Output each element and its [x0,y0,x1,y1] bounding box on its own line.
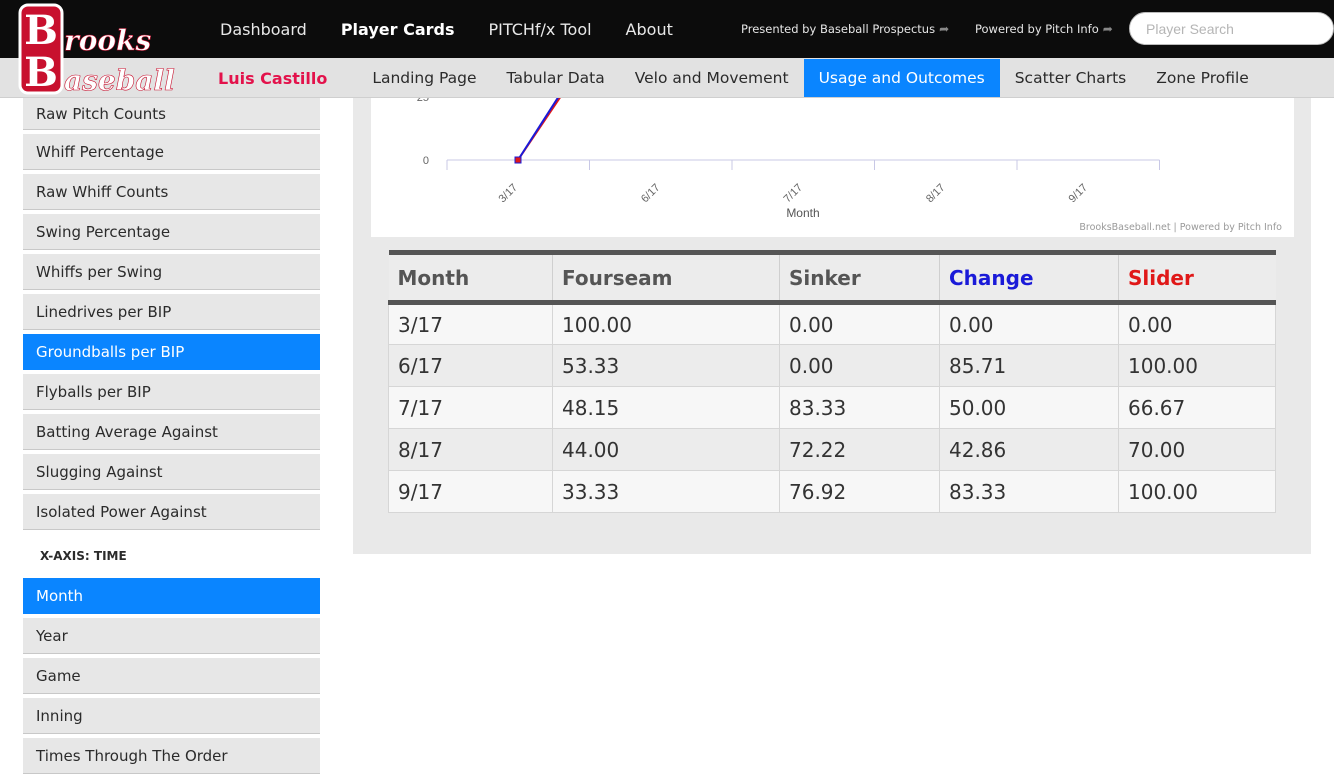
table-cell: 44.00 [552,428,780,471]
x-tick-label: 8/17 [924,182,948,206]
sidebar-item-raw-pitch-counts[interactable]: Raw Pitch Counts [23,98,320,130]
sidebar-item-slugging-against[interactable]: Slugging Against [23,454,320,490]
share-arrow-icon: ➦ [1102,22,1113,36]
tab-tabular-data[interactable]: Tabular Data [492,59,620,97]
chart-panel: 25 0 3/17 6/17 7/17 8/17 9/17 Month BrooksBaseb… [371,92,1294,237]
tab-velo-and-movement[interactable]: Velo and Movement [620,59,804,97]
x-tick-label: 9/17 [1066,182,1090,206]
sidebar-item-linedrives-per-bip[interactable]: Linedrives per BIP [23,294,320,330]
table-cell: 100.00 [552,302,780,345]
table-row: 3/17 100.00 0.00 0.00 0.00 [388,302,1276,345]
col-change-header: Change [939,250,1119,305]
y-tick-label: 25 [417,98,429,104]
nav-player-cards[interactable]: Player Cards [341,20,455,39]
tab-usage-and-outcomes[interactable]: Usage and Outcomes [803,59,1000,97]
table-cell: 3/17 [388,302,553,345]
table-cell: 48.15 [552,386,780,429]
tab-landing-page[interactable]: Landing Page [357,59,491,97]
change-series-line [517,95,560,161]
table-cell: 53.33 [552,344,780,387]
tab-scatter-charts[interactable]: Scatter Charts [1000,59,1142,97]
table-cell: 100.00 [1118,470,1276,513]
table-cell: 9/17 [388,470,553,513]
nav-about[interactable]: About [626,20,673,39]
brooks-baseball-logo[interactable]: B B rooks aseball [10,0,210,100]
nav-pitchfx-tool[interactable]: PITCHf/x Tool [488,20,591,39]
x-tick-label: 7/17 [781,182,805,206]
sidebar: Raw Pitch Counts Whiff Percentage Raw Wh… [23,98,320,778]
table-cell: 33.33 [552,470,780,513]
powered-by-link[interactable]: Powered by Pitch Info ➦ [975,0,1113,58]
sidebar-item-groundballs-per-bip[interactable]: Groundballs per BIP [23,334,320,370]
sidebar-item-raw-whiff-counts[interactable]: Raw Whiff Counts [23,174,320,210]
series-point [514,156,522,164]
sidebar-item-month[interactable]: Month [23,578,320,614]
sidebar-item-flyballs-per-bip[interactable]: Flyballs per BIP [23,374,320,410]
sidebar-item-swing-percentage[interactable]: Swing Percentage [23,214,320,250]
logo-text-rooks: rooks [64,24,152,57]
table-cell: 50.00 [939,386,1119,429]
table-cell: 83.33 [779,386,940,429]
presented-by-link[interactable]: Presented by Baseball Prospectus ➦ [741,0,949,58]
table-row: 8/17 44.00 72.22 42.86 70.00 [388,428,1276,471]
table-cell: 66.67 [1118,386,1276,429]
xaxis-heading: X-AXIS: TIME [40,549,127,563]
table-cell: 100.00 [1118,344,1276,387]
table-cell: 70.00 [1118,428,1276,471]
chart-credit[interactable]: BrooksBaseball.net | Powered by Pitch In… [1079,222,1282,233]
nav-dashboard[interactable]: Dashboard [220,20,307,39]
table-cell: 8/17 [388,428,553,471]
table-row: 6/17 53.33 0.00 85.71 100.00 [388,344,1276,387]
sidebar-item-inning[interactable]: Inning [23,698,320,734]
table-row: 7/17 48.15 83.33 50.00 66.67 [388,386,1276,429]
logo-initial-b-top: B [24,7,58,54]
x-tick-label: 6/17 [639,182,663,206]
col-month-header: Month [388,250,553,305]
y-tick-label: 0 [423,155,429,167]
table-cell: 0.00 [939,302,1119,345]
player-search-input[interactable] [1129,12,1334,45]
powered-by-text: Powered by Pitch Info [975,22,1099,36]
table-cell: 42.86 [939,428,1119,471]
presented-by-text: Presented by Baseball Prospectus [741,22,936,36]
logo-text-aseball: aseball [64,64,175,97]
sidebar-item-isolated-power-against[interactable]: Isolated Power Against [23,494,320,530]
logo-initial-b-bottom: B [24,49,58,96]
usage-chart: 25 0 3/17 6/17 7/17 8/17 9/17 Month [417,92,1160,220]
col-sinker-header: Sinker [779,250,940,305]
table-cell: 72.22 [779,428,940,471]
main-nav: Dashboard Player Cards PITCHf/x Tool Abo… [220,0,707,58]
tab-zone-profile[interactable]: Zone Profile [1141,59,1264,97]
table-row: 9/17 33.33 76.92 83.33 100.00 [388,470,1276,513]
col-slider-header: Slider [1118,250,1276,305]
usage-table: Month Fourseam Sinker Change Slider 3/17… [388,250,1276,513]
table-cell: 76.92 [779,470,940,513]
player-name: Luis Castillo [218,68,328,88]
table-cell: 6/17 [388,344,553,387]
table-cell: 0.00 [779,302,940,345]
share-arrow-icon: ➦ [939,22,950,36]
sidebar-item-year[interactable]: Year [23,618,320,654]
sidebar-item-batting-average-against[interactable]: Batting Average Against [23,414,320,450]
table-cell: 0.00 [1118,302,1276,345]
sidebar-item-times-through-order[interactable]: Times Through The Order [23,738,320,774]
table-cell: 85.71 [939,344,1119,387]
table-cell: 7/17 [388,386,553,429]
table-cell: 0.00 [779,344,940,387]
sidebar-item-whiff-percentage[interactable]: Whiff Percentage [23,134,320,170]
col-fourseam-header: Fourseam [552,250,780,305]
x-axis-label: Month [786,206,819,220]
sidebar-item-game[interactable]: Game [23,658,320,694]
table-cell: 83.33 [939,470,1119,513]
sidebar-item-whiffs-per-swing[interactable]: Whiffs per Swing [23,254,320,290]
x-tick-label: 3/17 [496,182,520,206]
